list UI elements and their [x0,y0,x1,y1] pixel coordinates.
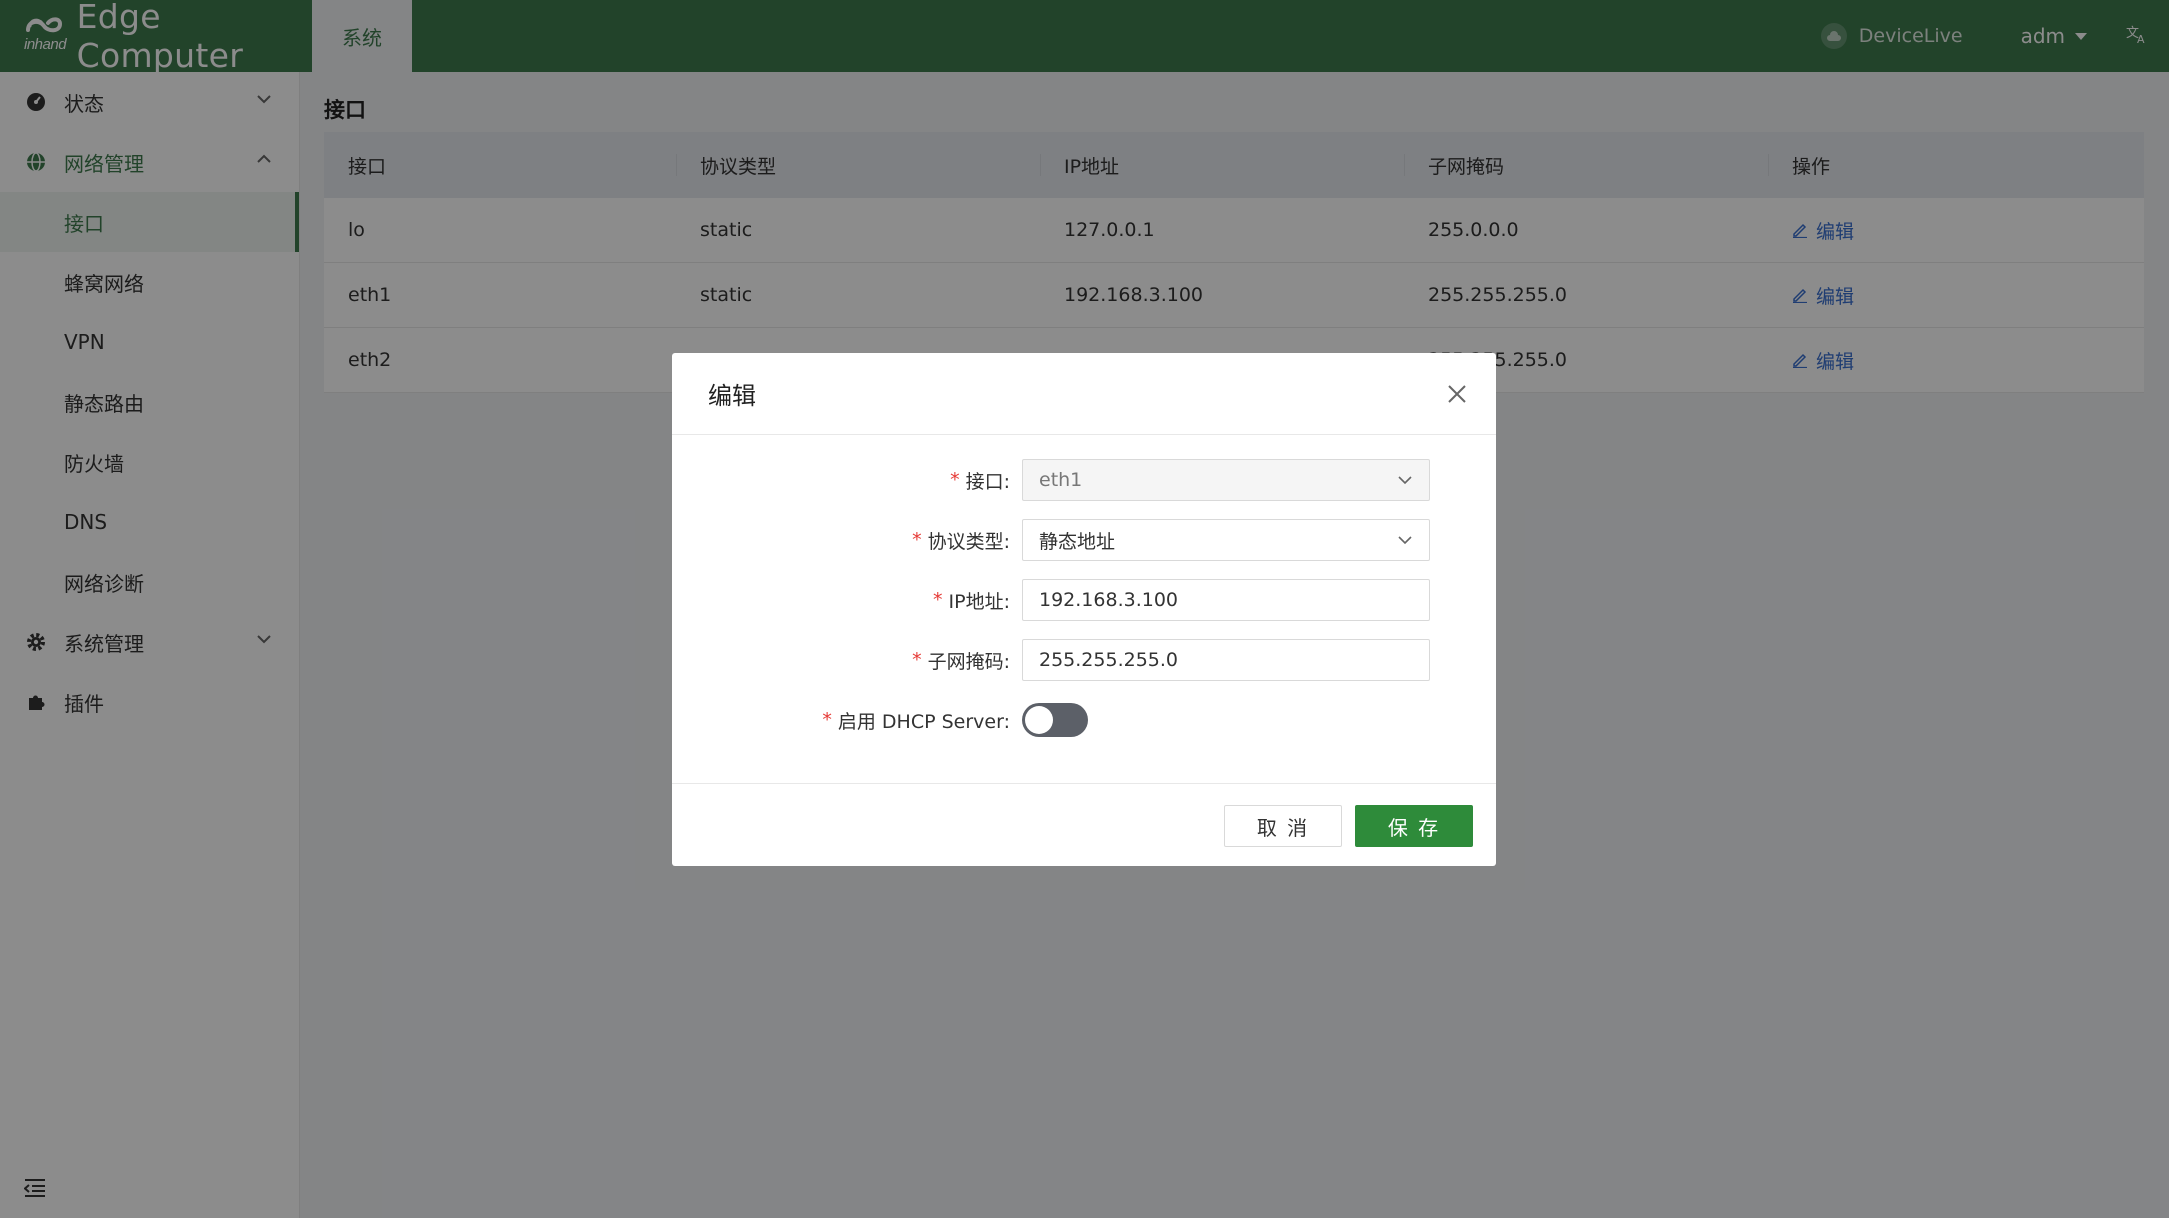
edit-dialog: 编辑 * 接口: eth1 * 协议类型: 静态地址 * IP地址: 192.168.… [672,353,1496,866]
required-mark: * [933,589,943,611]
dialog-footer: 取 消 保 存 [672,783,1496,866]
chevron-down-icon [1398,476,1412,485]
required-mark: * [912,649,922,671]
save-button[interactable]: 保 存 [1355,805,1473,847]
subnet-mask-input[interactable]: 255.255.255.0 [1022,639,1430,681]
required-mark: * [912,529,922,551]
dhcp-toggle[interactable] [1022,703,1088,737]
edit-form: * 接口: eth1 * 协议类型: 静态地址 * IP地址: 192.168.3.1… [672,459,1496,759]
protocol-select[interactable]: 静态地址 [1022,519,1430,561]
chevron-down-icon [1398,536,1412,545]
required-mark: * [950,469,960,491]
interface-label: * 接口: [950,469,1010,493]
ip-label: * IP地址: [933,589,1010,613]
ip-address-input[interactable]: 192.168.3.100 [1022,579,1430,621]
dialog-header: 编辑 [672,353,1496,435]
protocol-label: * 协议类型: [912,529,1010,553]
ip-address-value: 192.168.3.100 [1039,589,1179,611]
interface-select-value: eth1 [1039,469,1083,491]
dhcp-label: * 启用 DHCP Server: [822,709,1010,733]
toggle-knob [1025,706,1053,734]
cancel-button[interactable]: 取 消 [1224,805,1342,847]
close-icon[interactable] [1446,383,1468,405]
mask-label: * 子网掩码: [912,649,1010,673]
interface-select[interactable]: eth1 [1022,459,1430,501]
required-mark: * [822,709,832,731]
protocol-select-value: 静态地址 [1039,530,1116,553]
subnet-mask-value: 255.255.255.0 [1039,649,1179,671]
dialog-title: 编辑 [708,382,756,410]
